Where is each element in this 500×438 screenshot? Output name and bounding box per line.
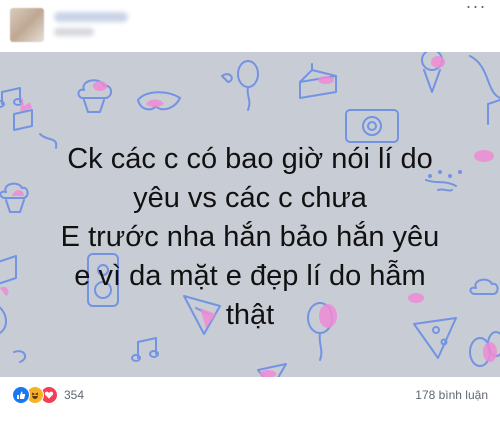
- more-options-icon[interactable]: ···: [464, 0, 488, 16]
- reactions-summary[interactable]: 354: [12, 386, 84, 404]
- post-text: Ck các c có bao giờ nói lí do yêu vs các…: [0, 140, 500, 335]
- camera-icon: [345, 109, 399, 143]
- reaction-count: 354: [64, 388, 85, 402]
- post-text-line: E trước nha hắn bảo hắn yêu: [60, 221, 440, 253]
- post-header: ···: [0, 0, 500, 52]
- post-footer: 354 178 bình luận: [0, 377, 500, 438]
- music-note-icon: [487, 99, 500, 125]
- post-background-card: Ck các c có bao giờ nói lí do yêu vs các…: [0, 52, 500, 377]
- post-text-line: Ck các c có bao giờ nói lí do: [67, 143, 433, 175]
- music-note-icon: [0, 87, 23, 108]
- balloon-icon: [237, 60, 259, 111]
- post-text-line: yêu vs các c chưa: [133, 182, 367, 214]
- post-text-line: thật: [225, 299, 275, 331]
- comments-count-link[interactable]: 178 bình luận: [415, 388, 488, 402]
- author-name-blurred[interactable]: [54, 12, 128, 22]
- post-meta-blurred: [54, 28, 94, 36]
- music-note-icon: [131, 337, 159, 362]
- post-text-line: e vì da mặt e đẹp lí do hẫm: [74, 260, 426, 292]
- author-avatar[interactable]: [10, 8, 44, 42]
- music-note-icon: [13, 109, 33, 131]
- like-icon: [12, 386, 30, 404]
